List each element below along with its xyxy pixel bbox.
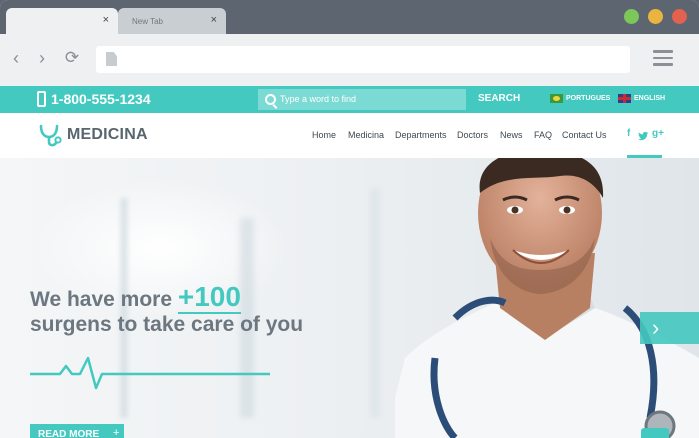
maximize-button[interactable] xyxy=(624,9,639,24)
browser-window: × New Tab × ‹ › ⟳ 1-800-555-1234 Type a … xyxy=(0,0,699,438)
brand-name[interactable]: MEDICINA xyxy=(67,126,148,144)
language-english[interactable]: ENGLISH xyxy=(634,95,665,102)
brazil-flag-icon[interactable] xyxy=(550,94,563,103)
nav-departments[interactable]: Departments xyxy=(395,130,447,140)
website: 1-800-555-1234 Type a word to find SEARC… xyxy=(0,86,699,438)
hero-headline-line2: surgens to take care of you xyxy=(30,313,304,336)
stethoscope-logo-icon[interactable] xyxy=(37,123,63,149)
browser-titlebar: × New Tab × xyxy=(0,0,699,34)
search-icon xyxy=(265,94,276,105)
doctor-photo xyxy=(395,158,699,438)
reload-icon[interactable]: ⟳ xyxy=(62,48,82,68)
tab-new[interactable]: New Tab × xyxy=(118,8,226,34)
nav-doctors[interactable]: Doctors xyxy=(457,130,488,140)
nav-medicina[interactable]: Medicina xyxy=(348,130,384,140)
heartbeat-line-icon xyxy=(30,356,270,390)
nav-contact-us[interactable]: Contact Us xyxy=(562,130,607,140)
google-plus-icon[interactable]: g+ xyxy=(652,128,664,139)
tab-close-icon[interactable]: × xyxy=(211,14,217,26)
hero-background-blur xyxy=(370,188,380,418)
tab-close-icon[interactable]: × xyxy=(103,14,109,26)
facebook-icon[interactable]: f xyxy=(627,128,630,139)
phone-number[interactable]: 1-800-555-1234 xyxy=(51,91,151,107)
nav-home[interactable]: Home xyxy=(312,130,336,140)
site-header: MEDICINA Home Medicina Departments Docto… xyxy=(0,113,699,158)
search-placeholder: Type a word to find xyxy=(280,94,357,104)
top-info-bar: 1-800-555-1234 Type a word to find SEARC… xyxy=(0,86,699,113)
slider-next-button[interactable]: › xyxy=(640,312,699,344)
headline-prefix: We have more xyxy=(30,288,178,311)
nav-news[interactable]: News xyxy=(500,130,523,140)
plus-icon: + xyxy=(113,427,120,438)
phone-icon xyxy=(37,91,46,107)
chevron-right-icon: › xyxy=(652,315,659,340)
search-input[interactable]: Type a word to find xyxy=(258,89,466,110)
tab-active[interactable]: × xyxy=(6,8,118,34)
search-button[interactable]: SEARCH xyxy=(478,93,520,104)
hero-headline: We have more +100 xyxy=(30,281,241,314)
hamburger-menu-icon[interactable] xyxy=(653,50,673,66)
browser-toolbar: ‹ › ⟳ xyxy=(0,34,699,86)
headline-accent: +100 xyxy=(177,281,241,314)
read-more-button[interactable]: READ MORE + xyxy=(30,424,124,438)
scroll-top-button[interactable] xyxy=(641,428,669,438)
uk-flag-icon[interactable] xyxy=(618,94,631,103)
page-icon xyxy=(106,52,117,66)
address-bar[interactable] xyxy=(96,46,630,73)
language-portugues[interactable]: PORTUGUES xyxy=(566,95,610,102)
minimize-button[interactable] xyxy=(648,9,663,24)
twitter-icon[interactable] xyxy=(638,131,649,141)
tab-title: New Tab xyxy=(132,17,163,26)
close-window-button[interactable] xyxy=(672,9,687,24)
forward-arrow-icon[interactable]: › xyxy=(32,48,52,68)
read-more-label: READ MORE xyxy=(38,429,100,438)
hero-slider: We have more +100 surgens to take care o… xyxy=(0,158,699,438)
nav-faq[interactable]: FAQ xyxy=(534,130,552,140)
back-arrow-icon[interactable]: ‹ xyxy=(6,48,26,68)
